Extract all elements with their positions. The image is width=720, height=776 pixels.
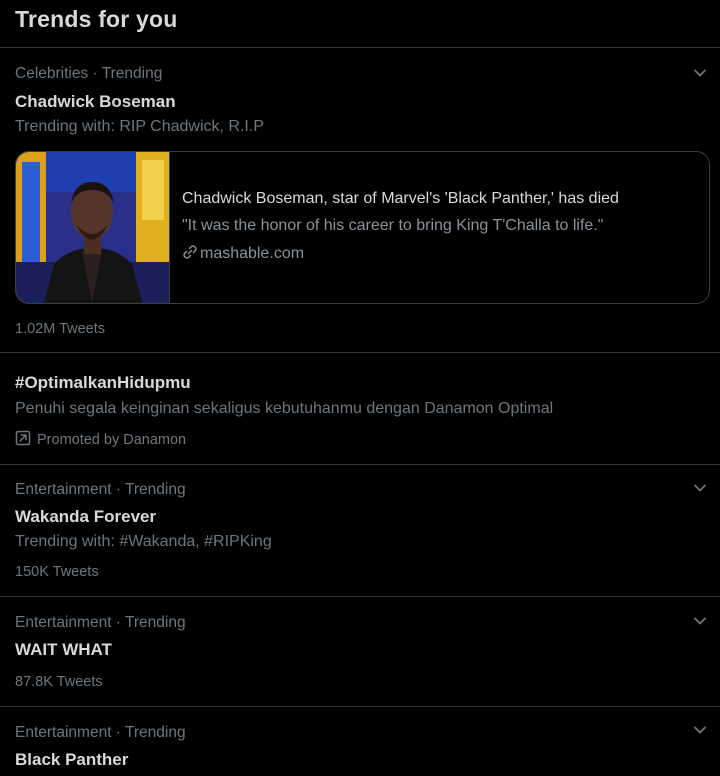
news-card-title: Chadwick Boseman, star of Marvel's 'Blac… (182, 190, 619, 207)
chevron-down-icon[interactable] (692, 613, 708, 629)
chevron-down-icon[interactable] (692, 65, 708, 81)
trend-meta: Entertainment · Trending (15, 614, 186, 631)
promoted-text: Promoted by Danamon (37, 432, 187, 448)
news-card[interactable]: Chadwick Boseman, star of Marvel's 'Blac… (15, 151, 710, 304)
promoted-label: Promoted by Danamon (15, 430, 186, 448)
news-card-link[interactable]: mashable.com (182, 244, 304, 263)
trend-description: Penuhi segala keinginan sekaligus kebutu… (15, 400, 554, 417)
chevron-down-icon[interactable] (692, 480, 708, 496)
promoted-icon (15, 430, 31, 446)
trend-tweet-count: 1.02M Tweets (15, 321, 106, 337)
chevron-down-icon[interactable] (692, 722, 708, 738)
trend-tweet-count: 150K Tweets (15, 564, 99, 580)
trend-tweet-count: 87.8K Tweets (15, 674, 103, 690)
trend-item-promoted[interactable]: #OptimalkanHidupmu Penuhi segala keingin… (0, 353, 720, 465)
trend-name: Wakanda Forever (15, 507, 157, 526)
trend-item-wakanda-forever[interactable]: Entertainment · Trending Wakanda Forever… (0, 465, 720, 597)
trends-panel: Trends for you Celebrities · Trending Ch… (0, 0, 720, 776)
trend-trending-with: Trending with: #Wakanda, #RIPKing (15, 533, 272, 550)
trend-item-black-panther[interactable]: Entertainment · Trending Black Panther (0, 707, 720, 776)
trend-name: WAIT WHAT (15, 640, 112, 659)
trend-meta: Entertainment · Trending (15, 481, 186, 498)
panel-header: Trends for you (0, 0, 720, 48)
news-card-image (16, 152, 170, 303)
panel-title: Trends for you (15, 6, 178, 32)
trend-name: Chadwick Boseman (15, 92, 176, 111)
trend-trending-with: Trending with: RIP Chadwick, R.I.P (15, 118, 264, 135)
trend-item-chadwick-boseman[interactable]: Celebrities · Trending Chadwick Boseman … (0, 48, 720, 353)
news-card-domain: mashable.com (200, 245, 305, 262)
trend-item-wait-what[interactable]: Entertainment · Trending WAIT WHAT 87.8K… (0, 597, 720, 707)
trend-name: Black Panther (15, 750, 129, 769)
trend-meta: Entertainment · Trending (15, 724, 186, 741)
trend-name: #OptimalkanHidupmu (15, 373, 191, 392)
trend-meta: Celebrities · Trending (15, 65, 163, 82)
link-icon (183, 245, 197, 259)
news-card-description: "It was the honor of his career to bring… (182, 217, 604, 234)
